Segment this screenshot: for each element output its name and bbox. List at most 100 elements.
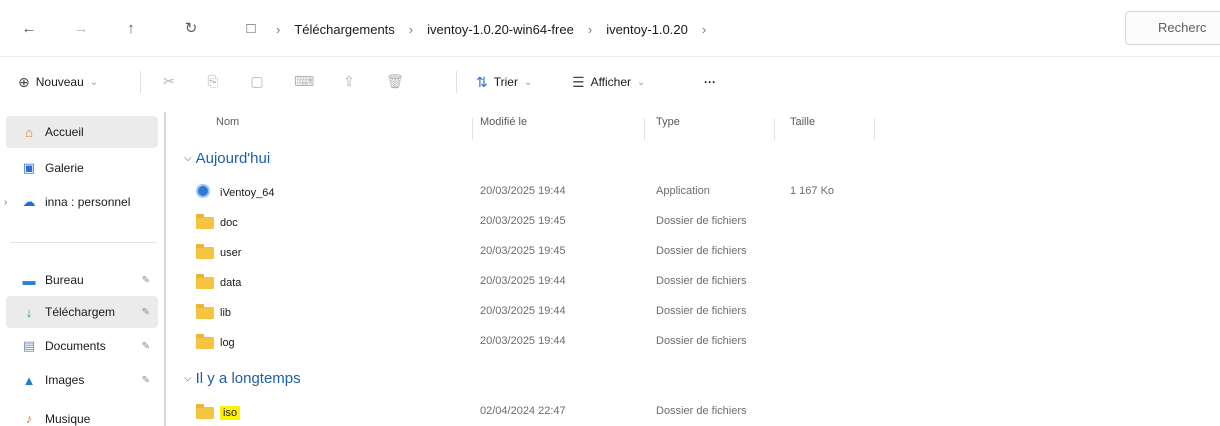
rename-icon[interactable]: ⌨ — [294, 71, 314, 91]
file-date: 20/03/2025 19:44 — [480, 335, 566, 347]
chevron-down-icon: ⌄ — [523, 76, 533, 88]
table-row[interactable]: iVentoy_64 20/03/2025 19:44 Application … — [168, 180, 1220, 204]
copy-icon[interactable]: ⎘ — [204, 71, 222, 91]
new-button-label: Nouveau — [35, 75, 84, 89]
sort-button[interactable]: ⇅ Trier ⌄ — [476, 70, 532, 94]
sidebar-item-desktop[interactable]: ▬ Bureau ✎ — [6, 264, 158, 296]
sidebar-item-images[interactable]: ▲ Images ✎ — [6, 364, 158, 396]
file-list: Nom Modifié le Type Taille ⌵ Aujourd'hui… — [168, 106, 1220, 426]
table-row[interactable]: iso 02/04/2024 22:47 Dossier de fichiers — [168, 400, 1220, 424]
file-type: Dossier de fichiers — [656, 335, 747, 347]
file-type: Dossier de fichiers — [656, 405, 747, 417]
file-type: Application — [656, 185, 710, 197]
file-name: lib — [220, 307, 232, 319]
cut-icon[interactable]: ✂ — [160, 71, 178, 91]
sidebar-item-music[interactable]: ♪ Musique — [6, 400, 158, 426]
pin-icon[interactable]: ✎ — [142, 341, 150, 352]
sidebar-item-label: Téléchargem — [45, 305, 116, 319]
file-name: user — [220, 247, 242, 259]
gallery-icon: ▣ — [22, 160, 36, 175]
documents-icon: ▤ — [22, 338, 36, 353]
navigation-pane: ⌂ Accueil ▣ Galerie › ☁ inna : personnel… — [0, 106, 168, 426]
table-row[interactable]: doc 20/03/2025 19:45 Dossier de fichiers — [168, 210, 1220, 234]
sidebar-item-label: Musique — [45, 412, 91, 426]
view-button-label: Afficher — [590, 75, 632, 89]
refresh-icon[interactable]: ↻ — [180, 18, 202, 40]
column-header-type[interactable]: Type — [656, 116, 680, 136]
column-divider[interactable] — [472, 118, 473, 140]
view-button[interactable]: ☰ Afficher ⌄ — [572, 70, 645, 94]
address-bar: ← → ↑ ↻ □ › Téléchargements › iventoy-1.… — [0, 0, 1220, 56]
chevron-down-icon: ⌄ — [89, 76, 99, 88]
breadcrumb-expand-chevron-icon[interactable]: › — [702, 22, 706, 37]
view-lines-icon: ☰ — [572, 73, 585, 90]
breadcrumb: › Téléchargements › iventoy-1.0.20-win64… — [276, 21, 707, 37]
pane-divider[interactable] — [164, 112, 166, 426]
images-icon: ▲ — [22, 372, 36, 388]
sort-icon: ⇅ — [476, 73, 488, 90]
delete-icon[interactable]: 🗑 — [386, 71, 404, 91]
column-header-size[interactable]: Taille — [790, 116, 815, 136]
sidebar-item-label: Accueil — [45, 125, 84, 139]
table-row[interactable]: lib 20/03/2025 19:44 Dossier de fichiers — [168, 300, 1220, 324]
toolbar-divider — [456, 71, 457, 93]
file-name: data — [220, 277, 242, 289]
column-divider[interactable] — [874, 118, 875, 140]
column-divider[interactable] — [644, 118, 645, 140]
file-name: doc — [220, 217, 238, 229]
pin-icon[interactable]: ✎ — [142, 375, 150, 386]
back-icon[interactable]: ← — [18, 18, 40, 40]
file-type: Dossier de fichiers — [656, 275, 747, 287]
file-date: 20/03/2025 19:45 — [480, 245, 566, 257]
paste-icon[interactable]: ▢ — [248, 71, 266, 91]
up-icon[interactable]: ↑ — [120, 18, 142, 40]
sidebar-item-documents[interactable]: ▤ Documents ✎ — [6, 330, 158, 362]
file-date: 20/03/2025 19:44 — [480, 185, 566, 197]
sidebar-item-home[interactable]: ⌂ Accueil — [6, 116, 158, 148]
cloud-icon: ☁ — [22, 194, 36, 209]
file-size: 1 167 Ko — [790, 185, 835, 197]
sidebar-item-onedrive[interactable]: › ☁ inna : personnel — [4, 186, 158, 218]
breadcrumb-item[interactable]: Téléchargements — [294, 22, 394, 37]
file-name: log — [220, 337, 235, 349]
sidebar-item-label: Bureau — [45, 273, 84, 287]
table-row[interactable]: user 20/03/2025 19:45 Dossier de fichier… — [168, 240, 1220, 264]
sidebar-item-label: inna : personnel — [45, 195, 131, 209]
desktop-icon: ▬ — [22, 272, 36, 288]
file-type: Dossier de fichiers — [656, 215, 747, 227]
application-icon — [196, 184, 210, 198]
file-name: iso — [220, 406, 241, 420]
search-input[interactable]: Recherc — [1125, 11, 1220, 45]
folder-icon — [196, 274, 214, 289]
sidebar-item-label: Images — [45, 373, 85, 387]
sidebar-item-label: Galerie — [45, 161, 84, 175]
sidebar-divider — [10, 242, 156, 243]
chevron-down-icon: ⌵ — [184, 373, 192, 384]
breadcrumb-item[interactable]: iventoy-1.0.20-win64-free — [427, 22, 574, 37]
forward-icon[interactable]: → — [70, 18, 92, 40]
table-row[interactable]: log 20/03/2025 19:44 Dossier de fichiers — [168, 330, 1220, 354]
table-row[interactable]: data 20/03/2025 19:44 Dossier de fichier… — [168, 270, 1220, 294]
column-header-modified[interactable]: Modifié le — [480, 116, 527, 136]
breadcrumb-item[interactable]: iventoy-1.0.20 — [606, 22, 688, 37]
sort-button-label: Trier — [493, 75, 518, 89]
view-toggle-icon[interactable]: □ — [240, 18, 262, 40]
folder-icon — [196, 334, 214, 349]
share-icon[interactable]: ⇪ — [340, 71, 358, 91]
column-header-name[interactable]: Nom — [216, 116, 239, 136]
file-date: 20/03/2025 19:45 — [480, 215, 566, 227]
pin-icon[interactable]: ✎ — [142, 307, 150, 318]
pin-icon[interactable]: ✎ — [142, 275, 150, 286]
sidebar-item-gallery[interactable]: ▣ Galerie — [6, 152, 158, 184]
file-date: 20/03/2025 19:44 — [480, 275, 566, 287]
new-button[interactable]: ⊕ Nouveau ⌄ — [18, 70, 98, 94]
sidebar-item-downloads[interactable]: ↓ Téléchargem ✎ — [6, 296, 158, 328]
chevron-down-icon: ⌵ — [184, 153, 192, 164]
chevron-right-icon[interactable]: › — [4, 197, 7, 208]
column-divider[interactable] — [774, 118, 775, 140]
sidebar-item-label: Documents — [45, 339, 106, 353]
group-header-long-ago[interactable]: ⌵ Il y a longtemps — [184, 370, 301, 387]
group-header-today[interactable]: ⌵ Aujourd'hui — [184, 150, 270, 167]
more-options-button[interactable]: ··· — [704, 70, 716, 94]
toolbar-divider — [140, 71, 141, 93]
